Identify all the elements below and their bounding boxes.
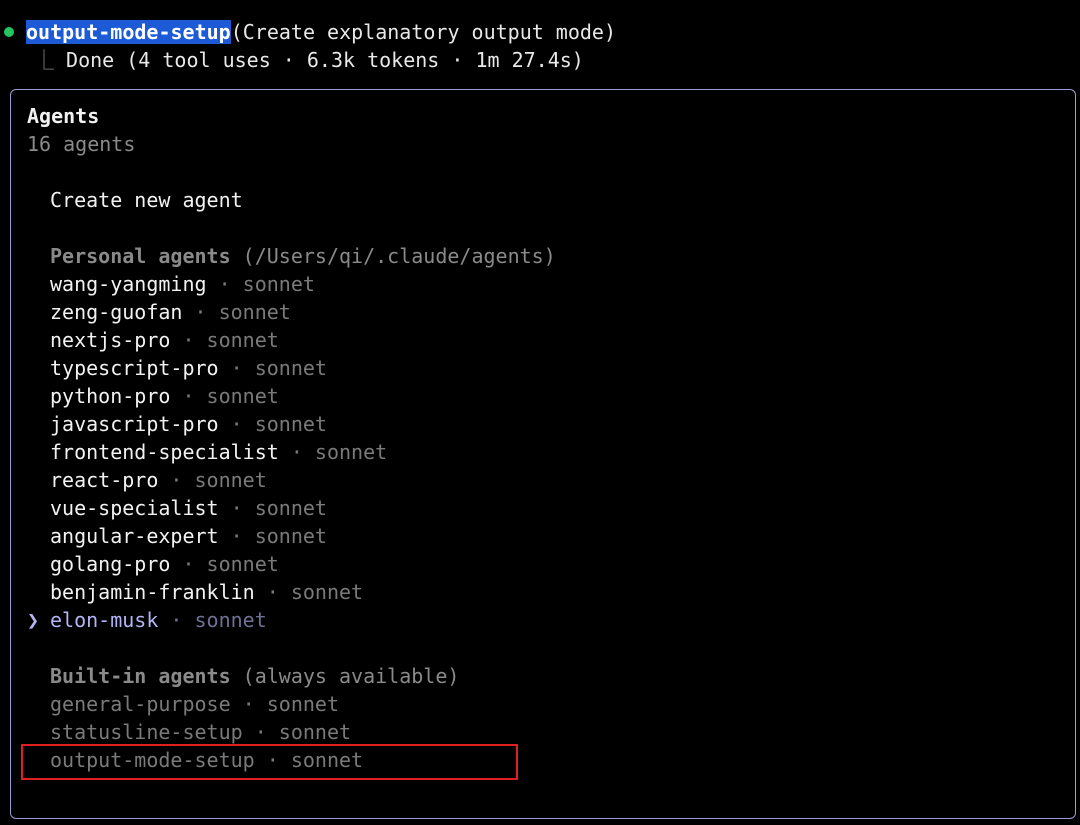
agent-separator: · [170,552,207,576]
personal-agents-path: (/Users/qi/.claude/agents) [242,244,556,268]
agent-model: sonnet [194,608,267,632]
builtin-heading-label: Built-in agents [50,664,231,688]
task-result: Done (4 tool uses · 6.3k tokens · 1m 27.… [66,48,584,72]
agent-row[interactable]: frontend-specialist · sonnet [27,438,387,466]
task-description: (Create explanatory output mode) [230,20,617,44]
agent-model: sonnet [218,300,291,324]
annotation-highlight-box [21,744,518,780]
agent-row[interactable]: react-pro · sonnet [27,466,267,494]
agent-separator: · [254,580,291,604]
agent-name: nextjs-pro [50,328,171,352]
agent-model: sonnet [266,692,339,716]
agent-row[interactable]: typescript-pro · sonnet [27,354,327,382]
status-dot-icon [4,27,14,37]
agent-row[interactable]: zeng-guofan · sonnet [27,298,291,326]
agent-count: 16 agents [27,132,136,156]
agent-name: react-pro [50,468,159,492]
agent-separator: · [218,412,255,436]
agent-name: statusline-setup [50,720,243,744]
agent-model: sonnet [254,524,327,548]
agent-row[interactable]: angular-expert · sonnet [27,522,327,550]
agent-row[interactable]: python-pro · sonnet [27,382,279,410]
agent-model: sonnet [194,468,267,492]
agent-name: frontend-specialist [50,440,279,464]
agent-name: benjamin-franklin [50,580,255,604]
agent-row[interactable]: golang-pro · sonnet [27,550,279,578]
agent-separator: · [218,524,255,548]
agent-name: typescript-pro [50,356,219,380]
agent-row[interactable]: benjamin-franklin · sonnet [27,578,363,606]
task-name[interactable]: output-mode-setup [26,20,231,44]
agent-separator: · [182,300,219,324]
agent-separator: · [158,468,195,492]
agent-name: python-pro [50,384,171,408]
personal-agents-heading: Personal agents (/Users/qi/.claude/agent… [50,242,556,270]
agent-row[interactable]: vue-specialist · sonnet [27,494,327,522]
agent-name: vue-specialist [50,496,219,520]
agent-row[interactable]: wang-yangming · sonnet [27,270,315,298]
agent-model: sonnet [206,384,279,408]
agent-row[interactable]: javascript-pro · sonnet [27,410,327,438]
agent-separator: · [278,440,315,464]
agent-model: sonnet [314,440,388,464]
selection-pointer-icon: ❯ [27,608,40,632]
task-line: output-mode-setup(Create explanatory out… [26,18,616,46]
tree-branch-icon: ⎿ [34,48,54,72]
agent-name: elon-musk [50,608,159,632]
agent-model: sonnet [254,496,327,520]
agent-model: sonnet [254,356,327,380]
agent-separator: · [158,608,195,632]
builtin-agents-note: (always available) [242,664,460,688]
agent-row[interactable]: ❯ elon-musk · sonnet [27,606,267,634]
agent-name: general-purpose [50,692,231,716]
agent-model: sonnet [254,412,327,436]
personal-heading-label: Personal agents [50,244,231,268]
agent-separator: · [218,356,255,380]
agent-separator: · [242,720,279,744]
agent-name: golang-pro [50,552,171,576]
agent-separator: · [218,496,255,520]
agent-separator: · [206,272,243,296]
agent-separator: · [170,328,207,352]
agent-name: angular-expert [50,524,219,548]
panel-title: Agents [27,104,100,128]
agent-separator: · [230,692,267,716]
agent-model: sonnet [278,720,352,744]
agent-name: zeng-guofan [50,300,183,324]
builtin-agents-heading: Built-in agents (always available) [50,662,459,690]
agent-separator: · [170,384,207,408]
task-result-line: ⎿ Done (4 tool uses · 6.3k tokens · 1m 2… [34,46,584,74]
agent-name: javascript-pro [50,412,219,436]
agent-row[interactable]: general-purpose · sonnet [27,690,339,718]
agent-model: sonnet [242,272,315,296]
agent-name: wang-yangming [50,272,207,296]
agent-row[interactable]: nextjs-pro · sonnet [27,326,279,354]
agent-model: sonnet [290,580,364,604]
agent-model: sonnet [206,552,279,576]
create-new-agent-option[interactable]: Create new agent [50,186,243,214]
agent-row[interactable]: statusline-setup · sonnet [27,718,351,746]
agent-model: sonnet [206,328,279,352]
